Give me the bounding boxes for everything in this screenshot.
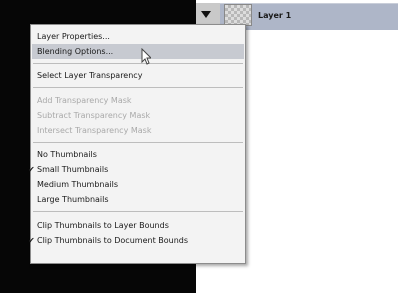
menu-item-label: Add Transparency Mask — [37, 96, 132, 105]
menu-item-no-thumbnails[interactable]: No Thumbnails — [32, 147, 244, 162]
layer-context-menu: Layer Properties... Blending Options... … — [28, 24, 246, 264]
menu-item-label: Layer Properties... — [37, 32, 110, 41]
layer-thumbnail[interactable] — [224, 4, 252, 26]
menu-item-large-thumbnails[interactable]: Large Thumbnails — [32, 192, 244, 207]
checkmark-icon: ✔ — [28, 165, 35, 174]
menu-separator — [33, 63, 243, 64]
menu-item-label: Small Thumbnails — [37, 165, 109, 174]
eye-icon — [201, 11, 211, 18]
menu-item-label: No Thumbnails — [37, 150, 97, 159]
menu-item-add-transparency-mask: Add Transparency Mask — [32, 93, 244, 108]
menu-item-label: Large Thumbnails — [37, 195, 109, 204]
menu-item-small-thumbnails[interactable]: ✔ Small Thumbnails — [28, 162, 244, 177]
menu-item-subtract-transparency-mask: Subtract Transparency Mask — [32, 108, 244, 123]
menu-item-clip-to-layer-bounds[interactable]: Clip Thumbnails to Layer Bounds — [32, 218, 244, 233]
menu-separator — [33, 211, 243, 212]
menu-item-blending-options[interactable]: Blending Options... — [32, 44, 244, 59]
menu-item-label: Medium Thumbnails — [37, 180, 119, 189]
checkmark-icon: ✔ — [28, 236, 35, 245]
menu-item-intersect-transparency-mask: Intersect Transparency Mask — [32, 123, 244, 138]
menu-item-label: Blending Options... — [37, 47, 114, 56]
mouse-pointer-icon — [141, 48, 151, 65]
menu-separator — [33, 87, 243, 88]
menu-item-clip-to-document-bounds[interactable]: ✔ Clip Thumbnails to Document Bounds — [28, 233, 244, 248]
menu-item-label: Clip Thumbnails to Document Bounds — [37, 236, 189, 245]
menu-item-select-layer-transparency[interactable]: Select Layer Transparency — [32, 68, 244, 83]
menu-item-layer-properties[interactable]: Layer Properties... — [32, 29, 244, 44]
menu-item-label: Clip Thumbnails to Layer Bounds — [37, 221, 169, 230]
menu-item-label: Select Layer Transparency — [37, 71, 143, 80]
layer-name: Layer 1 — [258, 11, 292, 20]
menu-item-label: Subtract Transparency Mask — [37, 111, 151, 120]
menu-item-medium-thumbnails[interactable]: Medium Thumbnails — [32, 177, 244, 192]
menu-separator — [33, 142, 243, 143]
menu-item-label: Intersect Transparency Mask — [37, 126, 152, 135]
